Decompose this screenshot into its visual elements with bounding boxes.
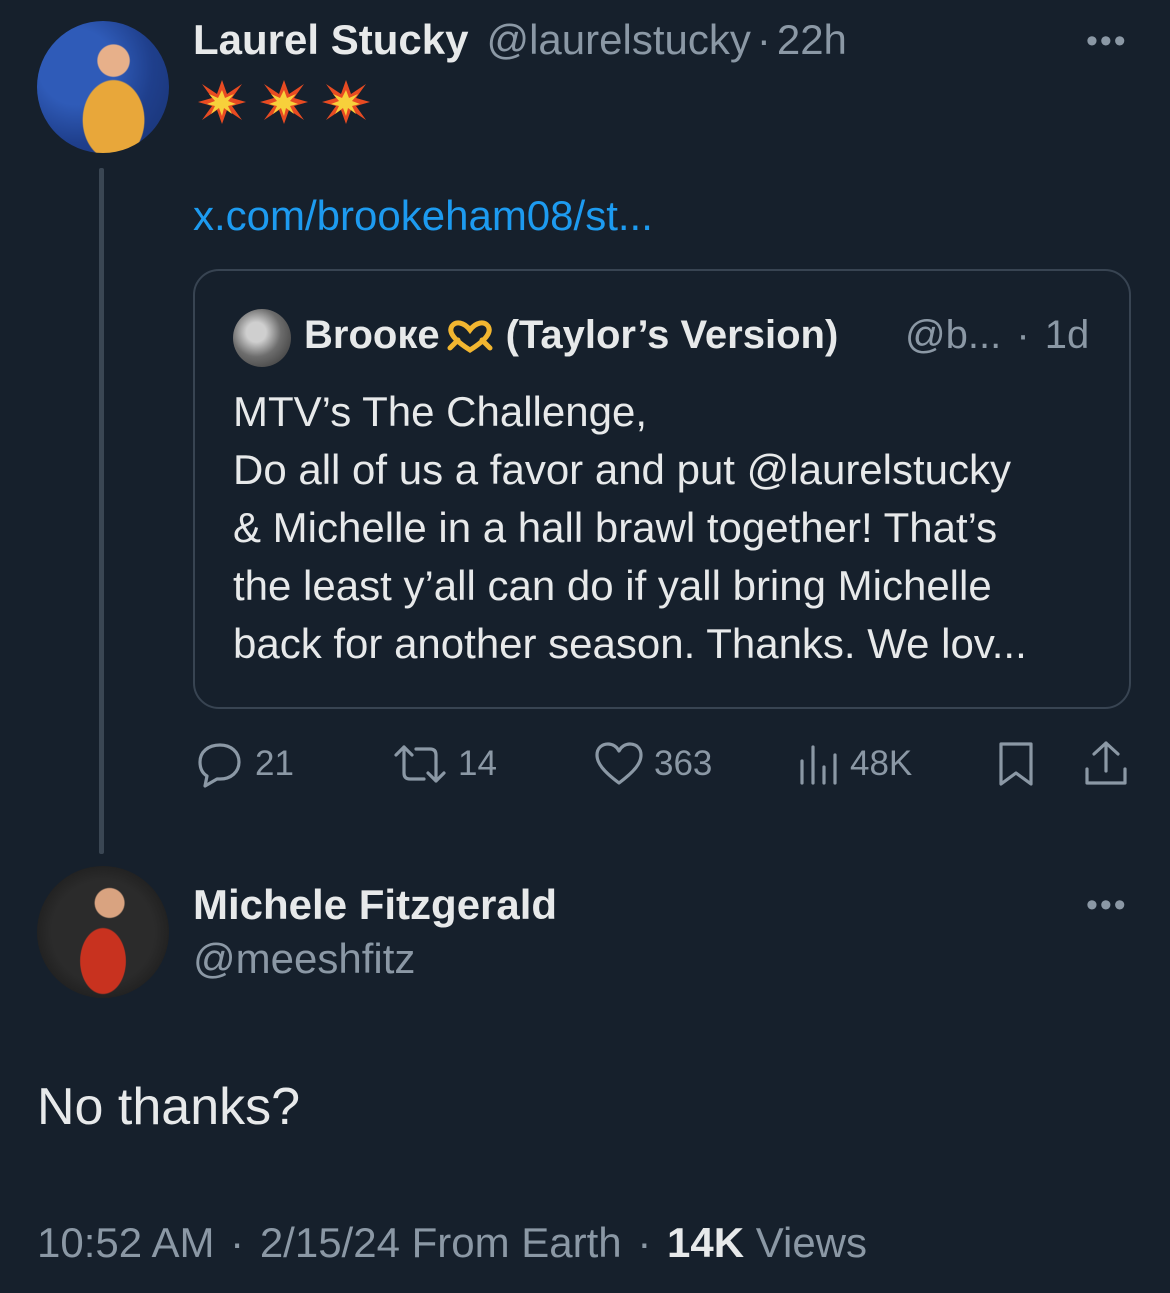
reply-author-handle[interactable]: @meeshfitz — [193, 935, 415, 983]
analytics-icon — [800, 745, 837, 785]
reply-count: 21 — [255, 744, 294, 783]
views-count: 48K — [850, 744, 913, 783]
reply-text: No thanks? — [37, 1078, 301, 1136]
tweet-header: Laurel Stucky @laurelstucky · 22h — [193, 16, 847, 64]
like-button[interactable]: 363 — [594, 734, 712, 794]
thread-line — [99, 168, 104, 854]
separator-dot: · — [756, 16, 771, 63]
like-count: 363 — [654, 744, 713, 783]
heart-icon — [595, 742, 643, 785]
separator-dot: · — [1016, 313, 1030, 357]
repost-count: 14 — [458, 744, 497, 783]
reply-author-name[interactable]: Michele Fitzgerald — [193, 881, 557, 929]
views-button[interactable]: 48K — [796, 734, 912, 794]
quoted-author-suffix: (Taylor’s Version) — [505, 313, 839, 357]
author-handle[interactable]: @laurelstucky — [486, 16, 750, 64]
quoted-author-first: Вrooкe — [304, 313, 440, 357]
quoted-text-line: MTV’s The Challenge, — [233, 388, 647, 435]
tweet-link[interactable]: x.com/brookeham08/st... — [193, 192, 653, 240]
separator-dot: · — [230, 1219, 245, 1266]
more-options-icon[interactable]: ••• — [1086, 886, 1128, 925]
quoted-time[interactable]: 1d — [1045, 313, 1090, 357]
tweet-time[interactable]: 22h — [777, 16, 847, 64]
share-button[interactable] — [1082, 734, 1130, 794]
heart-hands-icon — [447, 319, 493, 353]
reply-time[interactable]: 10:52 AM — [37, 1219, 214, 1266]
quoted-text-line: the least y’all can do if yall bring Mic… — [233, 562, 992, 609]
quoted-text: MTV’s The Challenge, Do all of us a favo… — [233, 383, 1103, 673]
quoted-text-line: & Michelle in a hall brawl together! Tha… — [233, 504, 998, 551]
repost-icon — [394, 745, 446, 783]
reply-meta: 10:52 AM · 2/15/24 From Earth · 14K View… — [37, 1219, 867, 1267]
share-icon — [1085, 741, 1127, 785]
emoji-row — [196, 78, 372, 126]
laurel-avatar[interactable] — [37, 21, 169, 153]
quoted-text-line: back for another season. Thanks. We lov.… — [233, 620, 1027, 667]
collision-icon — [198, 80, 246, 124]
brooke-avatar[interactable] — [233, 309, 291, 367]
quoted-author-name[interactable]: Вrooкe (Taylor’s Version) — [304, 313, 838, 358]
separator-dot: · — [637, 1219, 652, 1266]
reply-icon — [198, 743, 241, 788]
reply-views-count[interactable]: 14K — [667, 1219, 744, 1266]
reply-button[interactable]: 21 — [195, 734, 294, 794]
reply-views-label: Views — [755, 1219, 868, 1266]
collision-icon — [260, 80, 308, 124]
quoted-handle[interactable]: @b... — [905, 313, 1001, 357]
quoted-text-line: Do all of us a favor and put @laurelstuc… — [233, 446, 1012, 493]
quoted-meta: @b... · 1d — [905, 313, 1089, 358]
reply-date-source: 2/15/24 From Earth — [259, 1219, 622, 1266]
repost-button[interactable]: 14 — [392, 734, 497, 794]
bookmark-icon — [999, 742, 1033, 786]
collision-icon — [322, 80, 370, 124]
more-options-icon[interactable]: ••• — [1086, 22, 1128, 61]
michele-avatar[interactable] — [37, 866, 169, 998]
author-name[interactable]: Laurel Stucky — [193, 16, 468, 64]
bookmark-button[interactable] — [996, 734, 1036, 794]
